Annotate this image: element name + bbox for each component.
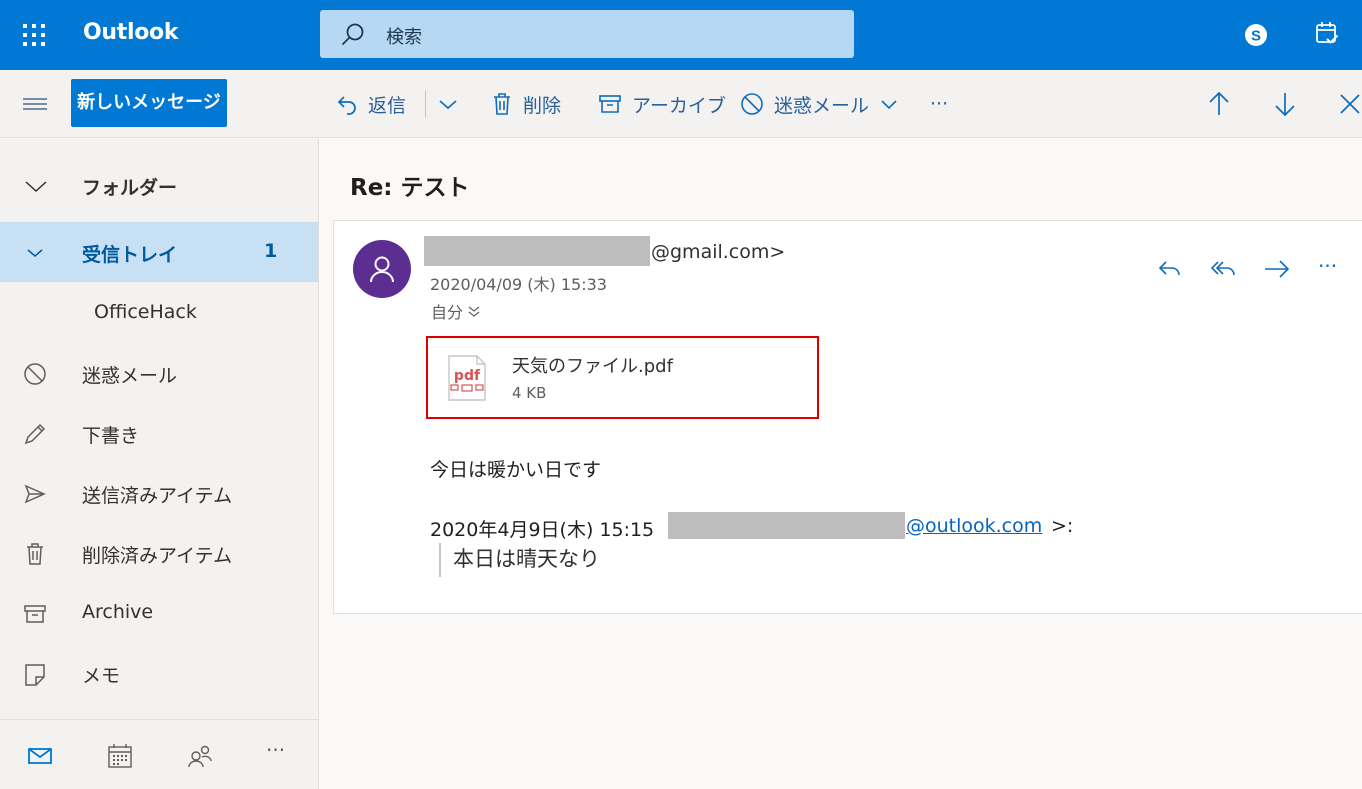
svg-text:S: S — [1251, 28, 1261, 45]
archive-icon — [598, 93, 622, 115]
quoted-sender-email-link[interactable]: @outlook.com — [906, 515, 1042, 537]
block-icon — [740, 92, 764, 116]
sidebar-item-label: 送信済みアイテム — [82, 485, 233, 507]
sidebar-item-deleted[interactable]: 削除済みアイテム — [0, 523, 318, 583]
more-actions-button[interactable]: ··· — [930, 86, 948, 122]
avatar[interactable] — [353, 240, 411, 298]
command-bar: 新しいメッセージ 返信 削除 アーカイブ 迷惑メール ··· — [0, 70, 1362, 138]
quote-header-date: 2020年4月9日(木) 15:15 — [430, 519, 655, 541]
reply-options-dropdown[interactable] — [437, 86, 459, 122]
redacted-quoted-sender — [668, 512, 905, 539]
app-launcher-icon[interactable] — [20, 21, 48, 49]
arrow-up-icon[interactable] — [1205, 90, 1233, 118]
mail-icon[interactable] — [27, 743, 53, 769]
attachment-size: 4 KB — [512, 384, 547, 402]
message-subject: Re: テスト — [350, 175, 470, 201]
reply-icon — [336, 93, 358, 115]
top-bar: Outlook 検索 S — [0, 0, 1362, 70]
chevron-down-icon — [22, 240, 48, 266]
more-apps-icon[interactable]: ··· — [266, 738, 296, 764]
chevron-double-down-icon — [467, 304, 481, 318]
hamburger-menu-icon[interactable] — [23, 94, 47, 114]
sidebar-item-notes[interactable]: メモ — [0, 643, 318, 703]
trash-icon — [22, 541, 48, 567]
junk-button[interactable]: 迷惑メール — [740, 86, 899, 122]
sidebar-item-archive[interactable]: Archive — [0, 583, 318, 643]
sidebar-item-label: 削除済みアイテム — [82, 545, 233, 567]
sidebar-item-officehack[interactable]: OfficeHack — [0, 283, 318, 343]
folders-header[interactable]: フォルダー — [0, 155, 318, 215]
archive-button[interactable]: アーカイブ — [598, 86, 726, 122]
search-placeholder: 検索 — [386, 27, 422, 48]
app-title[interactable]: Outlook — [83, 20, 178, 45]
reply-label: 返信 — [368, 94, 407, 117]
search-icon — [340, 22, 366, 48]
attachment-name: 天気のファイル.pdf — [512, 356, 673, 377]
junk-label: 迷惑メール — [774, 94, 870, 117]
quoted-text: 本日は晴天なり — [453, 547, 600, 571]
more-icon: ··· — [930, 93, 949, 115]
arrow-down-icon[interactable] — [1271, 90, 1299, 118]
block-icon — [22, 361, 48, 387]
archive-icon — [22, 601, 48, 627]
sidebar-item-label: Archive — [82, 601, 154, 623]
forward-icon[interactable] — [1262, 256, 1292, 282]
divider — [425, 90, 426, 118]
search-box[interactable]: 検索 — [320, 10, 854, 58]
sidebar-item-label: 迷惑メール — [82, 365, 178, 387]
sidebar-item-drafts[interactable]: 下書き — [0, 403, 318, 463]
message-body-line: 今日は暖かい日です — [430, 459, 602, 481]
new-message-button[interactable]: 新しいメッセージ — [71, 79, 227, 127]
sidebar-item-inbox[interactable]: 受信トレイ 1 — [0, 222, 318, 282]
redacted-sender-name — [424, 236, 650, 266]
sidebar-item-label: OfficeHack — [94, 301, 197, 323]
calendar-icon[interactable] — [107, 743, 133, 769]
sidebar-item-sent[interactable]: 送信済みアイテム — [0, 463, 318, 523]
recipient-toggle[interactable]: 自分 — [431, 299, 481, 323]
chevron-down-icon — [437, 93, 459, 115]
chevron-down-icon — [24, 174, 48, 198]
quote-bar — [439, 543, 441, 577]
sender-email[interactable]: @gmail.com> — [651, 241, 785, 263]
sidebar-item-label: 受信トレイ — [82, 244, 178, 266]
sidebar-item-label: メモ — [82, 665, 121, 687]
unread-count-badge: 1 — [264, 240, 278, 262]
recipient-label: 自分 — [431, 303, 464, 322]
folders-header-label: フォルダー — [82, 177, 178, 199]
note-icon — [22, 661, 48, 687]
delete-label: 削除 — [523, 94, 562, 117]
folder-pane: フォルダー 受信トレイ 1 OfficeHack 迷惑メール 下書き 送信済みア… — [0, 139, 319, 789]
reply-icon[interactable] — [1155, 256, 1185, 282]
trash-icon — [491, 92, 513, 116]
delete-button[interactable]: 削除 — [491, 86, 561, 122]
my-day-icon[interactable] — [1313, 20, 1341, 48]
people-icon[interactable] — [187, 743, 213, 769]
send-icon — [22, 481, 48, 507]
sidebar-item-label: 下書き — [82, 425, 140, 447]
more-actions-icon[interactable]: ··· — [1318, 254, 1348, 280]
chevron-down-icon — [879, 94, 899, 114]
pdf-file-icon-label: pdf — [454, 368, 481, 384]
pencil-icon — [22, 421, 48, 447]
reply-button[interactable]: 返信 — [336, 86, 406, 122]
attachment-card[interactable]: pdf 天気のファイル.pdf 4 KB — [426, 336, 819, 419]
reply-all-icon[interactable] — [1208, 256, 1238, 282]
close-icon[interactable] — [1338, 90, 1362, 118]
skype-icon[interactable]: S — [1243, 22, 1269, 48]
quote-header-suffix: >: — [1051, 515, 1074, 537]
message-date: 2020/04/09 (木) 15:33 — [430, 275, 607, 294]
pdf-file-icon: pdf — [447, 354, 487, 402]
sidebar-item-junk[interactable]: 迷惑メール — [0, 343, 318, 403]
module-switcher: ··· — [0, 719, 318, 789]
archive-label: アーカイブ — [632, 94, 726, 117]
